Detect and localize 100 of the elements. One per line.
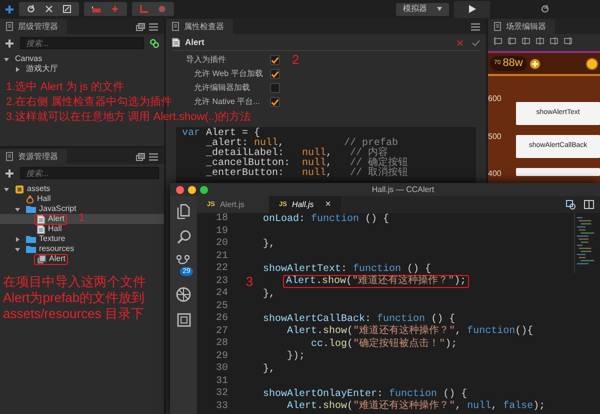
code-line: showAlertCallBack: function () { (262, 312, 456, 325)
check-icon[interactable] (472, 40, 480, 46)
line-number: 29 (214, 350, 229, 363)
menu-icon[interactable] (149, 22, 158, 30)
search-icon[interactable] (176, 230, 190, 244)
checkbox[interactable] (270, 55, 280, 65)
tree-item[interactable]: Hall (0, 224, 164, 234)
rect-tool-icon[interactable] (92, 6, 101, 12)
corner-icon[interactable] (140, 5, 148, 13)
ruler-label: 400 (488, 169, 502, 179)
caret-icon[interactable] (4, 186, 9, 192)
property-label: 允许 Web 平台加载 (194, 69, 264, 79)
tree-item[interactable]: Canvas (0, 54, 164, 64)
panel-icon (6, 152, 13, 161)
align-tool-icon[interactable] (536, 37, 544, 45)
tree-item[interactable]: JavaScript (0, 204, 164, 214)
close-icon[interactable] (176, 186, 184, 194)
play-icon (468, 5, 476, 13)
caret-icon[interactable] (4, 56, 9, 62)
line-number: 25 (214, 300, 229, 313)
extensions-icon[interactable] (176, 313, 190, 327)
caret-icon[interactable] (15, 236, 20, 242)
checkbox[interactable] (270, 83, 280, 93)
menu-icon[interactable] (471, 22, 480, 30)
compare-icon[interactable] (566, 200, 576, 210)
flame-icon (26, 194, 34, 204)
tree-item[interactable]: Alert 1 (0, 214, 164, 224)
line-number: 22 (214, 263, 229, 276)
code-line: _enterButton: null, // 取消按钮 (206, 169, 408, 179)
line-number: 24 (214, 288, 229, 300)
line-number: 30 (214, 363, 229, 376)
prefab-icon (37, 254, 46, 264)
checkbox[interactable] (270, 97, 280, 107)
files-icon[interactable] (177, 204, 190, 219)
property-label: 导入为插件 (186, 55, 227, 65)
checkbox[interactable] (270, 69, 280, 79)
add-node-icon[interactable] (5, 4, 14, 14)
close-button[interactable]: × (325, 198, 331, 210)
database-icon (15, 184, 24, 194)
windows-icon[interactable] (136, 22, 144, 30)
code-line: }); (286, 350, 306, 364)
rotate-icon[interactable] (27, 5, 35, 13)
annotation-text: 2.在右侧 属性检查器中勾选为插件 (6, 95, 172, 110)
align-tool-icon[interactable] (494, 37, 502, 45)
tree-item[interactable]: 游戏大厅 (0, 64, 164, 74)
panel-tab[interactable]: 资源管理器 (0, 149, 67, 164)
code-line: var Alert = { (182, 129, 260, 139)
window-title: Hall.js — CCAlert (370, 184, 436, 194)
zoom-icon[interactable] (200, 186, 208, 194)
line-number: 19 (214, 226, 229, 238)
line-number: 26 (214, 313, 229, 326)
annotation-number: 2 (292, 52, 300, 68)
caret-icon[interactable] (15, 206, 20, 212)
plus-icon[interactable] (530, 58, 540, 69)
line-number: 27 (214, 326, 229, 338)
panel-tab[interactable]: 层级管理器 (0, 19, 67, 34)
panel-tab[interactable]: 场景编辑器 (488, 19, 555, 34)
line-number: 33 (214, 400, 229, 413)
line-number: 31 (214, 376, 229, 388)
tree-item[interactable]: Texture (0, 234, 164, 244)
annotation-number: 1 (78, 212, 85, 226)
link-icon[interactable] (150, 38, 159, 48)
menu-icon[interactable] (149, 152, 158, 160)
add-icon[interactable] (5, 168, 14, 178)
refresh-icon[interactable] (541, 5, 549, 13)
panel-icon (494, 22, 501, 31)
search-field[interactable]: 搜索... (20, 167, 159, 179)
search-field[interactable]: 搜索... (20, 37, 144, 49)
align-tool-icon[interactable] (522, 37, 530, 45)
debug-icon[interactable] (176, 287, 191, 302)
line-number: 28 (214, 338, 229, 350)
resize-icon[interactable] (63, 5, 71, 13)
windows-icon[interactable] (136, 152, 144, 160)
game-button[interactable] (516, 168, 600, 176)
align-tool-icon[interactable] (508, 37, 516, 45)
ruler-label: 600 (488, 94, 502, 104)
line-number: 32 (214, 388, 229, 400)
code-line: Alert.show("难道还有这种操作？", function(){ (286, 325, 534, 338)
panel-tab[interactable]: 属性检查器 (166, 19, 233, 34)
ruler-label: 500 (488, 132, 502, 142)
caret-icon[interactable] (15, 246, 20, 252)
tree-item[interactable]: Hall (0, 194, 164, 204)
annotation-text: 1.选中 Alert 为 js 的文件 (6, 80, 124, 95)
tree-item[interactable]: assets (0, 184, 164, 194)
simulator-dropdown[interactable]: 模拟器 (396, 2, 449, 16)
code-line: Alert.show("难道还有这种操作？", null, false); (286, 400, 546, 414)
line-number: 18 (214, 213, 229, 226)
asset-title: Alert (185, 37, 204, 48)
align-tool-icon[interactable] (564, 37, 572, 45)
split-editor-icon[interactable] (584, 200, 594, 209)
caret-icon[interactable] (15, 66, 20, 72)
property-label: 允许 Native 平台... (194, 97, 261, 107)
tree-item[interactable]: Alert (0, 254, 164, 264)
play-button[interactable] (454, 0, 490, 18)
annotation-text: 在项目中导入这两个文件 (3, 274, 147, 290)
minimize-icon[interactable] (188, 186, 196, 194)
tree-item[interactable]: resources (0, 244, 164, 254)
add-icon[interactable] (5, 38, 14, 48)
branch-icon[interactable] (176, 255, 190, 266)
align-tool-icon[interactable] (550, 37, 558, 45)
